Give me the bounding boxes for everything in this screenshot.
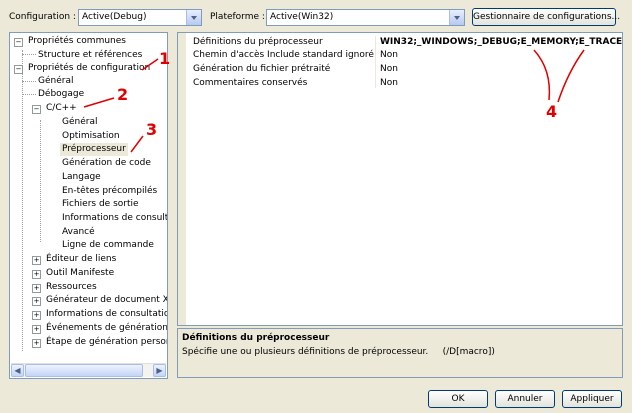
annotation-2: 2 <box>117 85 129 104</box>
annotation-arrow-4a <box>533 49 551 101</box>
annotation-overlay <box>83 49 585 153</box>
annotation-4: 4 <box>546 102 558 121</box>
annotation-arrow-1 <box>141 58 159 71</box>
annotation-arrow-3 <box>130 135 144 153</box>
annotation-1: 1 <box>159 49 171 68</box>
annotation-arrow-4b <box>557 49 585 103</box>
annotation-arrow-2 <box>83 97 115 108</box>
annotation-3: 3 <box>146 120 158 139</box>
